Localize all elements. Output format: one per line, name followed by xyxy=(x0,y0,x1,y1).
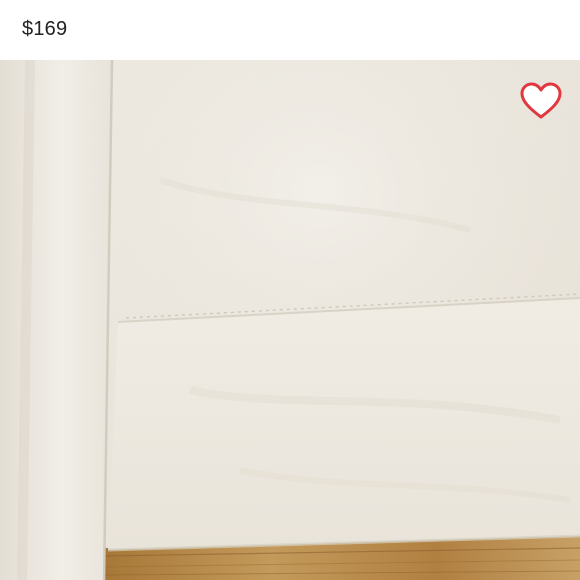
listing-price: $169 xyxy=(22,18,68,40)
price-header: $169 xyxy=(0,0,580,60)
heart-outline-icon xyxy=(520,82,562,119)
product-photo[interactable] xyxy=(0,60,580,580)
product-photo-image xyxy=(0,60,580,580)
listing-view: $169 xyxy=(0,0,580,580)
like-button[interactable] xyxy=(518,80,564,122)
